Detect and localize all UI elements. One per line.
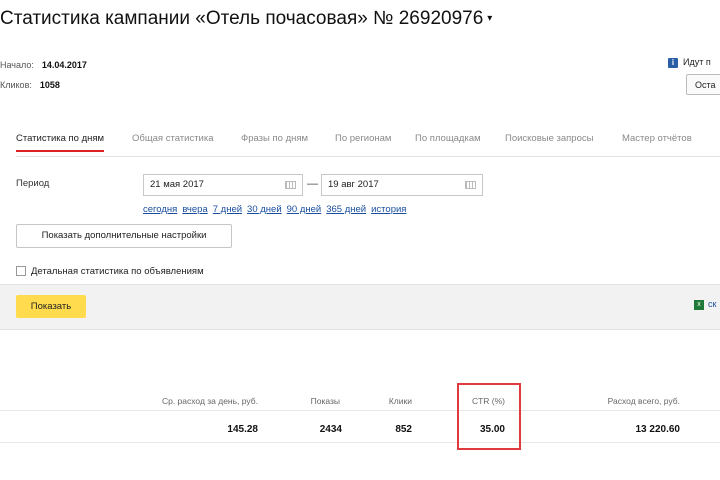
start-date-row: Начало: 14.04.2017	[0, 60, 87, 70]
tab-report-wizard[interactable]: Мастер отчётов	[622, 133, 692, 144]
tab-search-queries[interactable]: Поисковые запросы	[505, 133, 593, 144]
link-365-days[interactable]: 365 дней	[326, 204, 366, 215]
ctr-highlight-box	[457, 383, 521, 450]
page-title: Статистика кампании «Отель почасовая» № …	[0, 8, 492, 30]
clicks-label: Кликов:	[0, 80, 32, 90]
col-header-total-spend: Расход всего, руб.	[607, 396, 680, 406]
info-icon: i	[668, 58, 678, 68]
date-to-field[interactable]: 19 авг 2017	[321, 174, 483, 196]
link-history[interactable]: история	[371, 204, 406, 215]
stop-button[interactable]: Оста	[686, 74, 720, 95]
action-bar	[0, 284, 720, 330]
calendar-icon[interactable]	[285, 181, 296, 189]
page-title-text: Статистика кампании «Отель почасовая» № …	[0, 8, 484, 29]
campaign-status: i Идут п	[668, 57, 711, 68]
table-divider	[0, 442, 720, 443]
tab-phrases-by-day[interactable]: Фразы по дням	[241, 133, 308, 144]
detail-stats-checkbox[interactable]	[16, 266, 26, 277]
quick-period-links: сегодня вчера 7 дней 30 дней 90 дней 365 дней…	[143, 204, 411, 215]
link-90-days[interactable]: 90 дней	[287, 204, 322, 215]
detail-stats-label: Детальная статистика по объявлениям	[31, 266, 204, 277]
tab-bar: Статистика по дням Общая статистика Фраз…	[16, 128, 720, 157]
status-text: Идут п	[683, 57, 711, 67]
show-button[interactable]: Показать	[16, 295, 86, 318]
cell-total-spend: 13 220.60	[635, 424, 681, 435]
cell-clicks: 852	[395, 424, 412, 435]
col-header-clicks: Клики	[388, 396, 412, 406]
clicks-row: Кликов: 1058	[0, 80, 60, 90]
link-today[interactable]: сегодня	[143, 204, 177, 215]
start-date-label: Начало:	[0, 60, 34, 70]
tab-by-site[interactable]: По площадкам	[415, 133, 481, 144]
chevron-down-icon[interactable]: ▾	[487, 13, 492, 24]
col-header-avg-daily-spend: Ср. расход за день, руб.	[161, 396, 258, 406]
excel-icon[interactable]: x	[694, 300, 704, 310]
link-30-days[interactable]: 30 дней	[247, 204, 282, 215]
excel-export-link[interactable]: ск	[708, 299, 716, 309]
show-additional-settings-button[interactable]: Показать дополнительные настройки	[16, 224, 232, 248]
detail-stats-option: Детальная статистика по объявлениям	[16, 266, 204, 277]
table-divider	[0, 410, 720, 411]
cell-avg-daily-spend: 145.28	[227, 424, 258, 435]
date-range-dash: —	[307, 178, 318, 190]
tab-general-stats[interactable]: Общая статистика	[132, 133, 214, 144]
period-label: Период	[16, 178, 50, 189]
clicks-value: 1058	[39, 80, 60, 90]
date-to-value: 19 авг 2017	[328, 179, 379, 190]
link-7-days[interactable]: 7 дней	[213, 204, 242, 215]
col-header-impressions: Показы	[310, 396, 340, 406]
tab-stats-by-day[interactable]: Статистика по дням	[16, 133, 105, 152]
link-yesterday[interactable]: вчера	[182, 204, 207, 215]
date-from-field[interactable]: 21 мая 2017	[143, 174, 303, 196]
calendar-icon[interactable]	[465, 181, 476, 189]
date-from-value: 21 мая 2017	[150, 179, 204, 190]
cell-impressions: 2434	[319, 424, 342, 435]
tab-by-region[interactable]: По регионам	[335, 133, 391, 144]
start-date-value: 14.04.2017	[41, 60, 87, 70]
